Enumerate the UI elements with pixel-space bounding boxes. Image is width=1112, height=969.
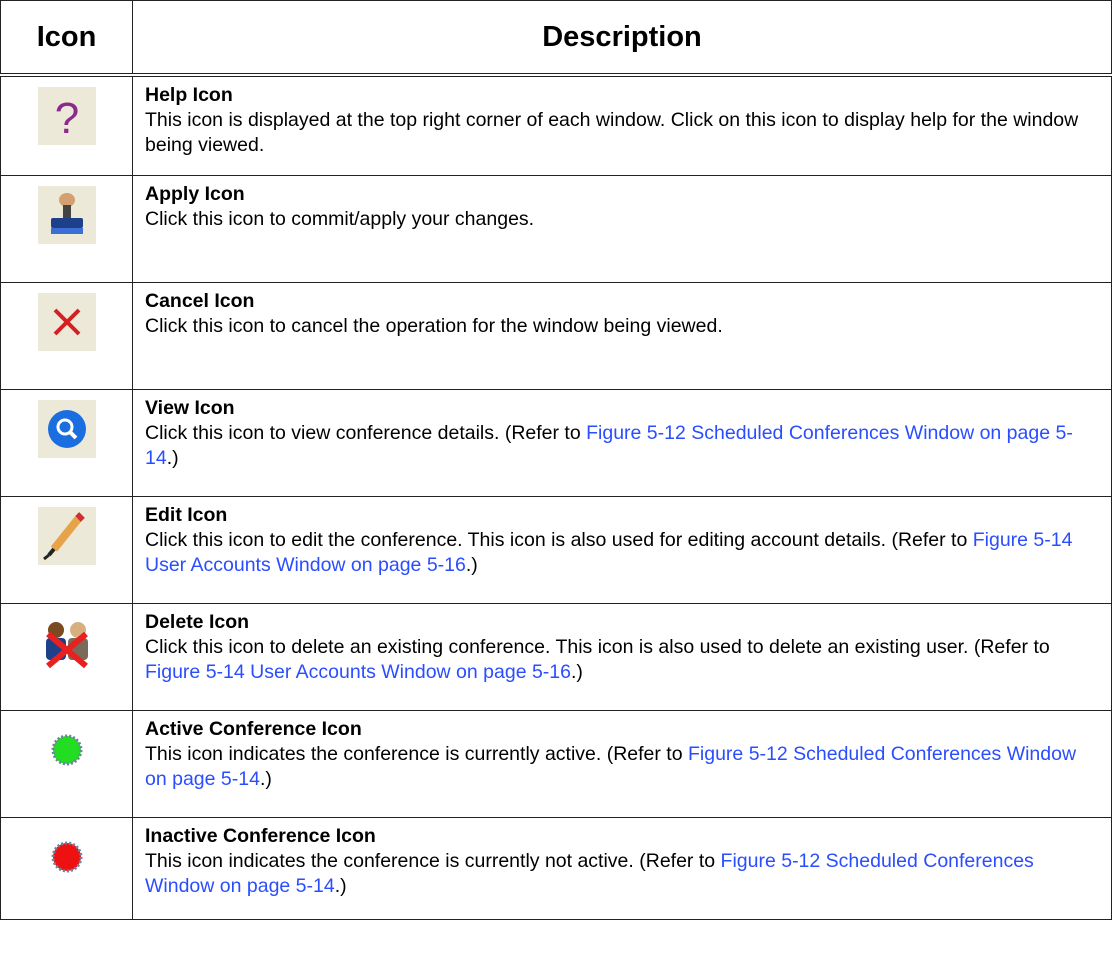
view-icon xyxy=(37,400,96,458)
row-text-before: Click this icon to edit the conference. … xyxy=(145,529,973,551)
row-text-before: Click this icon to view conference detai… xyxy=(145,422,587,444)
icon-cell xyxy=(0,175,133,283)
row-text-before: Click this icon to delete an existing co… xyxy=(145,636,1050,658)
description-cell: Delete Icon Click this icon to delete an… xyxy=(132,603,1112,711)
icon-cell xyxy=(0,389,133,497)
table-row: Cancel Icon Click this icon to cancel th… xyxy=(0,282,1112,390)
icon-cell xyxy=(0,817,133,920)
row-title: Delete Icon xyxy=(145,611,250,633)
description-cell: Inactive Conference Icon This icon indic… xyxy=(132,817,1112,920)
row-text-after: .) xyxy=(334,875,347,897)
row-text: This icon is displayed at the top right … xyxy=(145,109,1079,156)
icon-cell: ? xyxy=(0,74,133,176)
icon-column-header: Icon xyxy=(0,0,133,77)
row-text-before: This icon indicates the conference is cu… xyxy=(145,850,721,872)
icon-cell xyxy=(0,710,133,818)
row-title: Apply Icon xyxy=(145,183,245,205)
row-text-after: .) xyxy=(570,661,583,683)
svg-text:?: ? xyxy=(54,94,78,143)
delete-icon xyxy=(38,614,96,672)
row-title: View Icon xyxy=(145,397,235,419)
row-text-after: .) xyxy=(465,554,478,576)
figure-link[interactable]: Figure 5-14 User Accounts Window on page… xyxy=(145,661,571,683)
icon-description-table: Icon Description ? Help Icon This icon i… xyxy=(0,0,1112,920)
description-column-header: Description xyxy=(132,0,1112,77)
row-text-after: .) xyxy=(259,768,272,790)
description-cell: Edit Icon Click this icon to edit the co… xyxy=(132,496,1112,604)
table-row: Edit Icon Click this icon to edit the co… xyxy=(0,496,1112,604)
table-row: View Icon Click this icon to view confer… xyxy=(0,389,1112,497)
row-text-before: This icon indicates the conference is cu… xyxy=(145,743,688,765)
table-row: ? Help Icon This icon is displayed at th… xyxy=(0,74,1112,176)
row-text-after: .) xyxy=(166,447,179,469)
row-title: Help Icon xyxy=(145,84,233,106)
row-text: Click this icon to cancel the operation … xyxy=(145,315,723,337)
row-title: Inactive Conference Icon xyxy=(145,825,376,847)
cancel-icon xyxy=(37,293,96,351)
description-cell: Active Conference Icon This icon indicat… xyxy=(132,710,1112,818)
row-title: Cancel Icon xyxy=(145,290,255,312)
table-row: Active Conference Icon This icon indicat… xyxy=(0,710,1112,818)
icon-cell xyxy=(0,603,133,711)
description-cell: Apply Icon Click this icon to commit/app… xyxy=(132,175,1112,283)
row-text: Click this icon to commit/apply your cha… xyxy=(145,208,535,230)
help-icon: ? xyxy=(37,87,96,145)
description-cell: View Icon Click this icon to view confer… xyxy=(132,389,1112,497)
apply-icon xyxy=(37,186,96,244)
icon-cell xyxy=(0,282,133,390)
table-header-row: Icon Description xyxy=(0,0,1112,77)
row-title: Edit Icon xyxy=(145,504,228,526)
table-row: Inactive Conference Icon This icon indic… xyxy=(0,817,1112,920)
description-cell: Help Icon This icon is displayed at the … xyxy=(132,74,1112,176)
table-row: Delete Icon Click this icon to delete an… xyxy=(0,603,1112,711)
icon-cell xyxy=(0,496,133,604)
description-cell: Cancel Icon Click this icon to cancel th… xyxy=(132,282,1112,390)
edit-icon xyxy=(37,507,96,565)
table-row: Apply Icon Click this icon to commit/app… xyxy=(0,175,1112,283)
active-conference-icon xyxy=(38,721,96,779)
row-title: Active Conference Icon xyxy=(145,718,362,740)
inactive-conference-icon xyxy=(38,828,96,886)
